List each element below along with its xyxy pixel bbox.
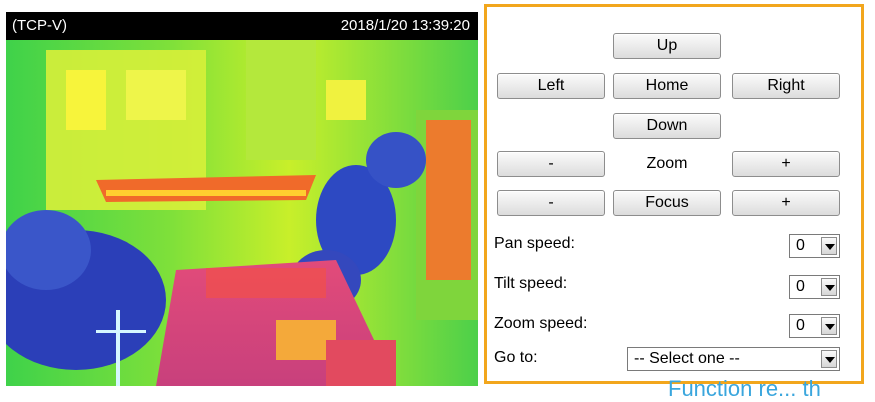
pan-speed-label: Pan speed: — [494, 235, 575, 252]
focus-near-button[interactable]: - — [497, 190, 605, 216]
pan-up-button[interactable]: Up — [613, 33, 721, 59]
zoom-label: Zoom — [646, 155, 688, 172]
pan-speed-value: 0 — [796, 237, 805, 254]
goto-preset-value: -- Select one -- — [634, 350, 740, 367]
goto-preset-select[interactable]: -- Select one -- — [627, 347, 840, 371]
tilt-speed-label: Tilt speed: — [494, 275, 568, 292]
pan-speed-select[interactable]: 0 — [789, 234, 840, 258]
tilt-speed-select[interactable]: 0 — [789, 275, 840, 299]
ptz-control-panel: Up Left Home Right Down - Zoom + - Focus… — [484, 4, 864, 384]
zoom-speed-label: Zoom speed: — [494, 315, 588, 332]
tilt-speed-value: 0 — [796, 278, 805, 295]
section-caption: Function re... th — [668, 376, 821, 401]
pan-down-button[interactable]: Down — [613, 113, 721, 139]
home-button[interactable]: Home — [613, 73, 721, 99]
zoom-out-button[interactable]: - — [497, 151, 605, 177]
thermal-image — [6, 40, 478, 386]
video-title-bar: (TCP-V) 2018/1/20 13:39:20 — [6, 12, 478, 40]
focus-far-button[interactable]: + — [732, 190, 840, 216]
chevron-down-icon — [821, 278, 837, 296]
zoom-in-button[interactable]: + — [732, 151, 840, 177]
zoom-speed-value: 0 — [796, 317, 805, 334]
zoom-speed-select[interactable]: 0 — [789, 314, 840, 338]
pan-left-button[interactable]: Left — [497, 73, 605, 99]
stream-mode-label: (TCP-V) — [12, 17, 67, 34]
pan-right-button[interactable]: Right — [732, 73, 840, 99]
goto-label: Go to: — [494, 349, 538, 366]
focus-auto-button[interactable]: Focus — [613, 190, 721, 216]
thermal-video-view[interactable]: (TCP-V) 2018/1/20 13:39:20 — [6, 12, 478, 386]
chevron-down-icon — [821, 317, 837, 335]
chevron-down-icon — [821, 350, 837, 368]
video-timestamp: 2018/1/20 13:39:20 — [340, 17, 470, 34]
chevron-down-icon — [821, 237, 837, 255]
